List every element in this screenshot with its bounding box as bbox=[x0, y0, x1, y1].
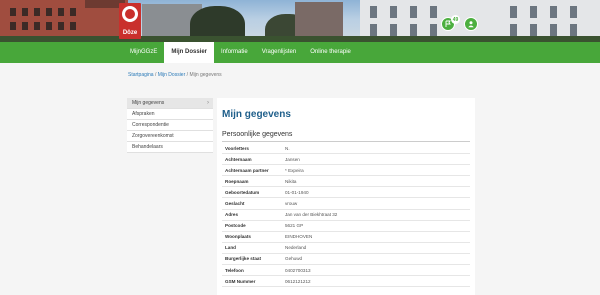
breadcrumb-current: Mijn gegevens bbox=[189, 72, 222, 78]
row-value: Jansen bbox=[285, 156, 300, 162]
row-label: Woonplaats bbox=[225, 234, 251, 240]
sidebar-item-label: Zorgovereenkomst bbox=[132, 133, 174, 139]
row-value: Nederland bbox=[285, 245, 307, 251]
row-value: EINDHOVEN bbox=[285, 234, 313, 240]
nav-item-informatie[interactable]: Informatie bbox=[214, 42, 255, 63]
nav-item-mijn-dossier[interactable]: Mijn Dossier bbox=[164, 42, 215, 63]
table-row: Roepnaam Nikita bbox=[222, 176, 470, 188]
row-label: Achternaam bbox=[225, 156, 252, 162]
row-label: Telefoon bbox=[225, 267, 244, 273]
sidebar-item-label: Mijn gegevens bbox=[132, 100, 165, 106]
row-label: Adres bbox=[225, 212, 239, 218]
table-row: Telefoon 0402700313 bbox=[222, 265, 470, 277]
table-row: Postcode 5621 GP bbox=[222, 221, 470, 232]
row-label: Achternaam partner bbox=[225, 167, 269, 173]
breadcrumb-dossier-link[interactable]: Mijn Dossier bbox=[158, 72, 186, 78]
sidebar-menu: Mijn gegevens › Afspraken Correspondenti… bbox=[127, 98, 213, 153]
row-label: Burgerlijke staat bbox=[225, 256, 261, 262]
table-row: Land Nederland bbox=[222, 243, 470, 254]
table-row: Geboortedatum 01-01-1940 bbox=[222, 187, 470, 199]
table-row: Woonplaats EINDHOVEN bbox=[222, 232, 470, 243]
sidebar-item-behandelaars[interactable]: Behandelaars bbox=[127, 142, 213, 153]
table-row: GSM Nummer 0612121212 bbox=[222, 276, 470, 288]
row-label: GSM Nummer bbox=[225, 278, 256, 284]
section-title: Persoonlijke gegevens bbox=[222, 131, 293, 138]
nav-item-vragenlijsten[interactable]: Vragenlijsten bbox=[255, 42, 303, 63]
table-row: Adres Jan van der Biekhtraat 32 bbox=[222, 210, 470, 221]
main-nav: MijnGGzE Mijn Dossier Informatie Vragenl… bbox=[0, 42, 600, 63]
row-value: N. bbox=[285, 145, 290, 151]
sidebar-item-label: Behandelaars bbox=[132, 144, 163, 150]
user-icon[interactable] bbox=[464, 17, 478, 31]
page-title: Mijn gegevens bbox=[222, 109, 291, 120]
sidebar-item-label: Afspraken bbox=[132, 111, 155, 117]
table-row: Voorletters N. bbox=[222, 143, 470, 155]
table-row: Achternaam partner * Expeira bbox=[222, 165, 470, 177]
row-label: Roepnaam bbox=[225, 178, 249, 184]
breadcrumb-home-link[interactable]: Startpagina bbox=[128, 72, 154, 78]
sidebar-item-afspraken[interactable]: Afspraken bbox=[127, 109, 213, 120]
logo-mark-icon bbox=[122, 6, 138, 22]
header-banner-photo bbox=[0, 0, 600, 42]
row-value: 0402700313 bbox=[285, 267, 311, 273]
table-row: Achternaam Jansen bbox=[222, 154, 470, 166]
row-label: Land bbox=[225, 245, 236, 251]
personal-details-table: Voorletters N. Achternaam Jansen Achternaa… bbox=[222, 143, 470, 288]
row-label: Geslacht bbox=[225, 201, 245, 207]
content-panel: Mijn gegevens Persoonlijke gegevens Voor… bbox=[217, 98, 475, 295]
row-value: * Expeira bbox=[285, 167, 304, 173]
nav-item-online-therapie[interactable]: Online therapie bbox=[303, 42, 358, 63]
table-row: Geslacht vrouw bbox=[222, 198, 470, 210]
breadcrumb: Startpagina / Mijn Dossier / Mijn gegeve… bbox=[128, 72, 222, 78]
logo-text: Dôze bbox=[122, 30, 138, 36]
row-value: Jan van der Biekhtraat 32 bbox=[285, 212, 338, 218]
section-divider bbox=[222, 141, 470, 142]
row-value: Nikita bbox=[285, 178, 297, 184]
row-label: Geboortedatum bbox=[225, 189, 260, 195]
row-label: Voorletters bbox=[225, 145, 249, 151]
row-value: 01-01-1940 bbox=[285, 189, 309, 195]
notification-badge: 49 bbox=[451, 15, 460, 24]
brand-logo[interactable]: Dôze bbox=[119, 3, 141, 39]
nav-item-mijnggze[interactable]: MijnGGzE bbox=[123, 42, 164, 63]
sidebar-item-correspondentie[interactable]: Correspondentie bbox=[127, 120, 213, 131]
row-value: 0612121212 bbox=[285, 278, 311, 284]
chevron-right-icon: › bbox=[207, 100, 209, 106]
row-value: 5621 GP bbox=[285, 223, 304, 229]
row-value: vrouw bbox=[285, 201, 298, 207]
table-row: Burgerlijke staat Gehuwd bbox=[222, 254, 470, 266]
sidebar-item-mijn-gegevens[interactable]: Mijn gegevens › bbox=[127, 98, 213, 109]
sidebar-item-zorgovereenkomst[interactable]: Zorgovereenkomst bbox=[127, 131, 213, 142]
row-value: Gehuwd bbox=[285, 256, 303, 262]
sidebar-item-label: Correspondentie bbox=[132, 122, 169, 128]
row-label: Postcode bbox=[225, 223, 246, 229]
